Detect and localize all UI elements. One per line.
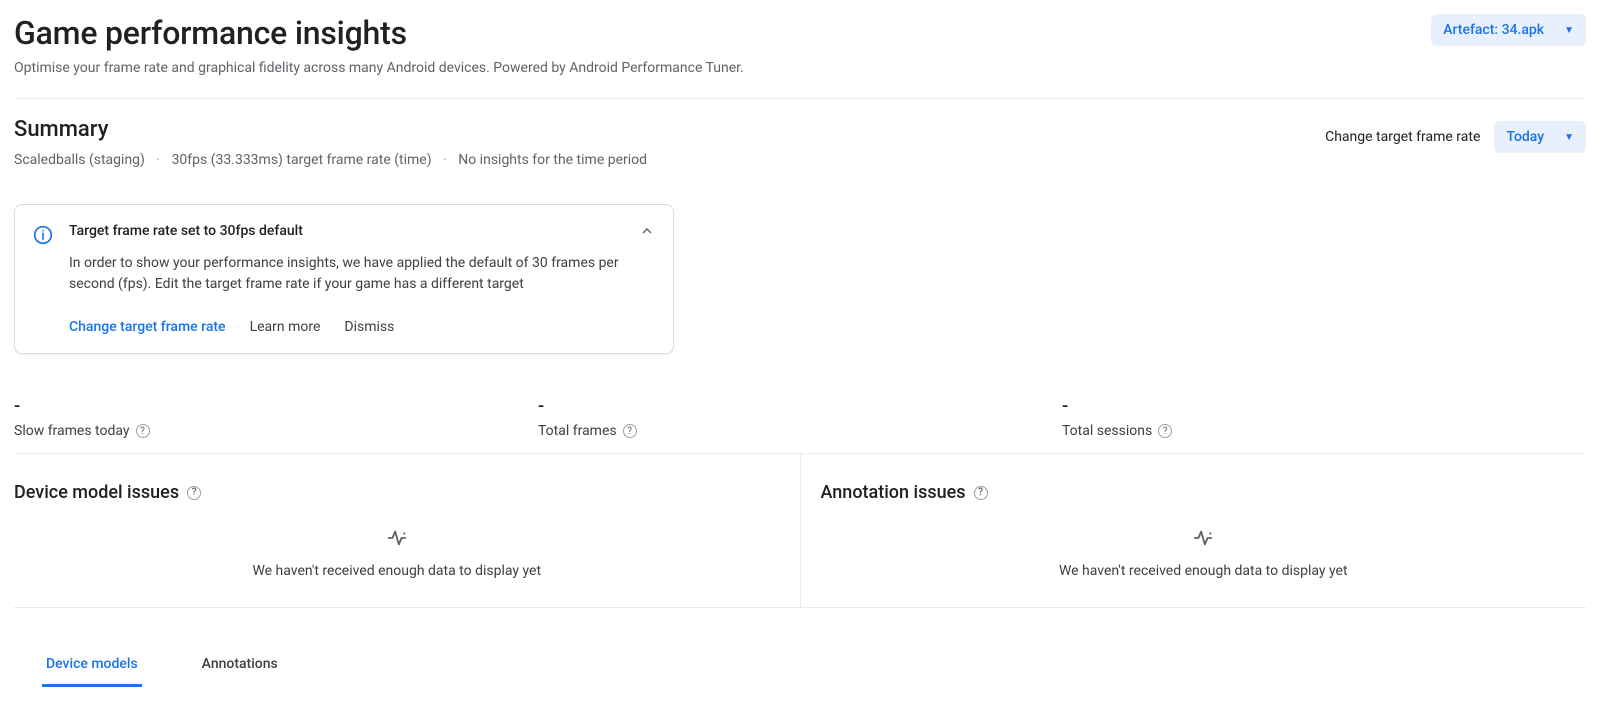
chevron-up-icon [639,223,655,239]
summary-app-name: Scaledballs (staging) [14,152,145,168]
activity-icon [821,527,1587,553]
help-icon[interactable]: ? [623,424,637,438]
summary-insights: No insights for the time period [458,152,647,168]
learn-more-button[interactable]: Learn more [250,319,321,335]
help-icon[interactable]: ? [136,424,150,438]
summary-frame-rate: 30fps (33.333ms) target frame rate (time… [172,152,432,168]
separator-dot: · [443,152,447,168]
divider [14,98,1586,99]
stat-label: Total frames [538,423,617,439]
collapse-button[interactable] [639,223,655,243]
change-frame-rate-button[interactable]: Change target frame rate [69,319,226,335]
artefact-selector[interactable]: Artefact: 34.apk ▼ [1431,14,1586,46]
stat-total-sessions: - Total sessions ? [1062,396,1586,439]
dismiss-button[interactable]: Dismiss [344,319,394,335]
artefact-selector-label: Artefact: 34.apk [1443,22,1544,38]
annotation-issues-panel: Annotation issues ? We haven't received … [801,454,1587,607]
separator-dot: · [156,152,160,168]
help-icon[interactable]: ? [974,486,988,500]
period-selector[interactable]: Today ▼ [1494,121,1586,153]
page-subtitle: Optimise your frame rate and graphical f… [14,60,744,76]
stat-value: - [538,396,1062,417]
stats-row: - Slow frames today ? - Total frames ? -… [14,396,1586,454]
tab-device-models[interactable]: Device models [42,644,142,687]
help-icon[interactable]: ? [187,486,201,500]
stat-value: - [14,396,538,417]
empty-state-text: We haven't received enough data to displ… [821,563,1587,579]
change-frame-rate-label: Change target frame rate [1325,129,1480,145]
stat-label: Slow frames today [14,423,130,439]
stat-slow-frames: - Slow frames today ? [14,396,538,439]
stat-total-frames: - Total frames ? [538,396,1062,439]
summary-title: Summary [14,117,647,142]
stat-label: Total sessions [1062,423,1152,439]
tabs: Device models Annotations [14,608,1586,688]
device-model-issues-title: Device model issues [14,482,179,503]
help-icon[interactable]: ? [1158,424,1172,438]
info-card: Target frame rate set to 30fps default I… [14,204,674,354]
empty-state-text: We haven't received enough data to displ… [14,563,780,579]
stat-value: - [1062,396,1586,417]
info-card-title: Target frame rate set to 30fps default [69,223,655,239]
info-icon [33,225,53,249]
info-card-body: In order to show your performance insigh… [69,253,655,295]
summary-meta: Scaledballs (staging) · 30fps (33.333ms)… [14,152,647,168]
device-model-issues-panel: Device model issues ? We haven't receive… [14,454,801,607]
annotation-issues-title: Annotation issues [821,482,966,503]
chevron-down-icon: ▼ [1564,25,1574,36]
issues-row: Device model issues ? We haven't receive… [14,454,1586,608]
period-selector-label: Today [1506,129,1544,145]
page-title: Game performance insights [14,14,744,52]
tab-annotations[interactable]: Annotations [198,644,282,687]
chevron-down-icon: ▼ [1564,132,1574,143]
activity-icon [14,527,780,553]
